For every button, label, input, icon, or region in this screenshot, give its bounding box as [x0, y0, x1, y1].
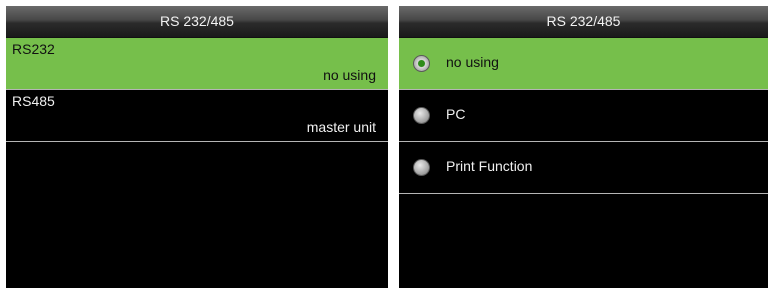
menu-title: RS 232/485	[160, 13, 234, 29]
option-print-function[interactable]: Print Function	[399, 142, 768, 194]
option-pc[interactable]: PC	[399, 90, 768, 142]
menu-item-rs485[interactable]: RS485 master unit	[6, 90, 388, 142]
menu-item-label: RS232	[12, 41, 55, 57]
option-label: PC	[446, 106, 466, 122]
menu-title-bar: RS 232/485	[6, 6, 388, 38]
option-label: no using	[446, 54, 499, 70]
menu-item-rs232[interactable]: RS232 no using	[6, 38, 388, 90]
radio-unchecked-icon[interactable]	[413, 107, 430, 124]
menu-item-label: RS485	[12, 93, 55, 109]
radio-checked-icon[interactable]	[413, 55, 430, 72]
menu-item-value: master unit	[306, 119, 376, 135]
option-label: Print Function	[446, 158, 533, 174]
rs-settings-menu-screen: RS 232/485 RS232 no using RS485 master u…	[6, 6, 388, 288]
option-no-using[interactable]: no using	[399, 38, 768, 90]
radio-unchecked-icon[interactable]	[413, 159, 430, 176]
rs232-option-screen: RS 232/485 no using PC Print Function	[399, 6, 768, 288]
option-title: RS 232/485	[546, 13, 621, 29]
option-title-bar: RS 232/485	[399, 6, 768, 38]
menu-item-value: no using	[323, 67, 376, 83]
